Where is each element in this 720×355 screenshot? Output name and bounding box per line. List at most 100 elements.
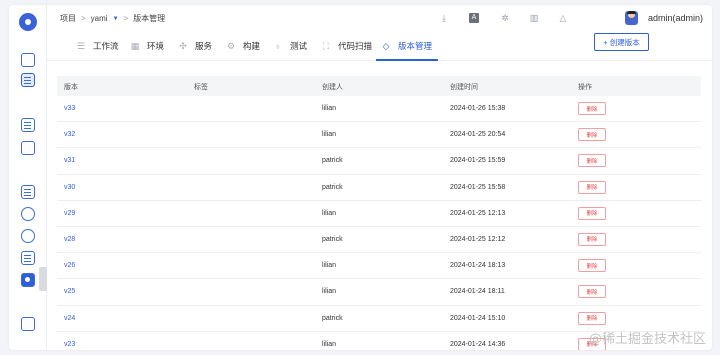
test-icon: ♁	[274, 41, 282, 51]
tab-label: 代码扫描	[338, 41, 373, 51]
docs-icon[interactable]: ▥	[529, 13, 539, 23]
sidebar-monitor-icon[interactable]	[21, 141, 35, 155]
version-link[interactable]: v29	[64, 210, 75, 217]
tab-version-management[interactable]: ◇ 版本管理	[381, 31, 432, 61]
tab-service[interactable]: ✣ 服务	[178, 31, 212, 61]
created-time-cell: 2024-01-25 15:58	[450, 183, 506, 191]
tab-label: 版本管理	[398, 41, 433, 51]
creator-cell: patrick	[322, 235, 343, 243]
version-link[interactable]: v23	[64, 341, 75, 348]
creator-cell: patrick	[322, 314, 343, 322]
delete-button[interactable]: 删除	[578, 206, 606, 220]
sidebar-edit-icon[interactable]	[21, 118, 35, 132]
breadcrumb-project[interactable]: yami	[91, 14, 108, 23]
app-window: 项目 > yami ▼ > 版本管理 ⤓ A ✲ ▥ △ admin(admin…	[9, 5, 712, 350]
table-row: v32 lilian 2024-01-25 20:54 删除	[57, 122, 701, 149]
watermark: @稀土掘金技术社区	[588, 332, 706, 347]
build-icon: ⚙	[226, 41, 236, 51]
sidebar-timer-icon[interactable]	[21, 207, 35, 221]
version-link[interactable]: v26	[64, 262, 75, 269]
breadcrumb-root[interactable]: 项目	[60, 13, 76, 24]
table-row: v33 lilian 2024-01-26 15:38 删除	[57, 96, 701, 123]
sidebar-plugin-icon[interactable]	[21, 229, 35, 243]
create-version-button[interactable]: + 创建版本	[594, 33, 649, 51]
breadcrumb-separator: >	[123, 14, 129, 23]
created-time-cell: 2024-01-25 15:59	[450, 157, 506, 165]
version-link[interactable]: v28	[64, 236, 75, 243]
delete-button[interactable]: 删除	[578, 285, 606, 299]
sidebar-collapse-handle[interactable]	[39, 267, 47, 291]
creator-cell: lilian	[322, 131, 337, 139]
avatar[interactable]	[625, 11, 638, 25]
tab-code-scan[interactable]: ⛶ 代码扫描	[321, 31, 372, 61]
tab-environment[interactable]: ▦ 环境	[130, 31, 164, 61]
version-link[interactable]: v31	[64, 157, 75, 164]
sidebar-projects-icon[interactable]	[21, 73, 35, 87]
created-time-cell: 2024-01-25 20:54	[450, 131, 506, 139]
delete-button[interactable]: 删除	[578, 311, 606, 325]
table-body: v33 lilian 2024-01-26 15:38 删除 v32 lilian 2024…	[57, 96, 701, 350]
service-icon: ✣	[179, 41, 187, 51]
table-row: v29 lilian 2024-01-25 12:13 删除	[57, 201, 701, 227]
tab-build[interactable]: ⚙ 构建	[226, 31, 260, 61]
table-row: v25 lilian 2024-01-24 18:11 删除	[57, 279, 701, 306]
delete-button[interactable]: 删除	[578, 154, 606, 168]
created-time-cell: 2024-01-25 12:13	[450, 209, 506, 217]
sidebar	[9, 5, 47, 350]
sidebar-list-icon[interactable]	[21, 251, 35, 265]
creator-cell: patrick	[322, 183, 343, 191]
table-row: v31 patrick 2024-01-25 15:59 删除	[57, 148, 701, 175]
creator-cell: lilian	[322, 209, 337, 217]
table-row: v26 lilian 2024-01-24 18:13 删除	[57, 253, 701, 280]
logo-icon[interactable]	[19, 13, 37, 31]
version-link[interactable]: v24	[64, 315, 75, 322]
download-icon[interactable]: ⤓	[439, 13, 449, 23]
sidebar-system-icon[interactable]	[21, 317, 35, 331]
translate-icon[interactable]: A	[469, 13, 479, 23]
creator-cell: patrick	[322, 157, 343, 165]
tab-label: 测试	[290, 41, 308, 51]
tab-label: 服务	[195, 41, 213, 51]
creator-cell: lilian	[322, 340, 337, 348]
sidebar-settings-icon[interactable]	[21, 273, 35, 287]
chevron-down-icon[interactable]: ▼	[113, 16, 119, 22]
tab-label: 构建	[243, 41, 261, 51]
created-time-cell: 2024-01-24 18:13	[450, 262, 506, 270]
tab-workflow[interactable]: ☰ 工作流	[76, 31, 119, 61]
created-time-cell: 2024-01-25 12:12	[450, 235, 506, 243]
delete-button[interactable]: 删除	[578, 180, 606, 194]
scan-icon: ⛶	[322, 41, 330, 51]
notification-bell-icon[interactable]: △	[558, 13, 568, 23]
delete-button[interactable]: 删除	[578, 128, 606, 142]
top-bar: 项目 > yami ▼ > 版本管理 ⤓ A ✲ ▥ △ admin(admin…	[47, 5, 712, 31]
created-time-cell: 2024-01-24 15:10	[450, 314, 506, 322]
tab-label: 环境	[147, 41, 165, 51]
version-link[interactable]: v25	[64, 288, 75, 295]
version-link[interactable]: v33	[64, 105, 75, 112]
plugin-icon[interactable]: ✲	[500, 13, 510, 23]
active-tab-indicator	[376, 59, 438, 61]
user-name[interactable]: admin(admin)	[648, 13, 703, 23]
created-time-cell: 2024-01-24 14:36	[450, 340, 506, 348]
created-time-cell: 2024-01-26 15:38	[450, 105, 506, 112]
version-table: 版本 标签 创建人 创建时间 操作 v33 lilian 2024-01-26 15…	[57, 76, 701, 350]
workflow-icon: ☰	[76, 41, 86, 51]
creator-cell: lilian	[322, 105, 337, 112]
version-link[interactable]: v32	[64, 131, 75, 138]
environment-icon: ▦	[130, 41, 140, 51]
tab-test[interactable]: ♁ 测试	[273, 31, 307, 61]
version-link[interactable]: v30	[64, 184, 75, 191]
breadcrumb: 项目 > yami ▼ > 版本管理	[60, 13, 165, 24]
column-header-tag: 标签	[194, 84, 208, 91]
sidebar-library-icon[interactable]	[21, 185, 35, 199]
delete-button[interactable]: 删除	[578, 259, 606, 273]
sidebar-dashboard-icon[interactable]	[21, 53, 35, 67]
version-icon: ◇	[382, 41, 390, 51]
breadcrumb-current: 版本管理	[133, 14, 166, 23]
column-header-created-time: 创建时间	[450, 84, 478, 91]
delete-button[interactable]: 删除	[578, 102, 606, 115]
tab-label: 工作流	[93, 41, 119, 51]
delete-button[interactable]: 删除	[578, 232, 606, 246]
breadcrumb-separator: >	[81, 14, 86, 23]
column-header-creator: 创建人	[322, 84, 343, 91]
